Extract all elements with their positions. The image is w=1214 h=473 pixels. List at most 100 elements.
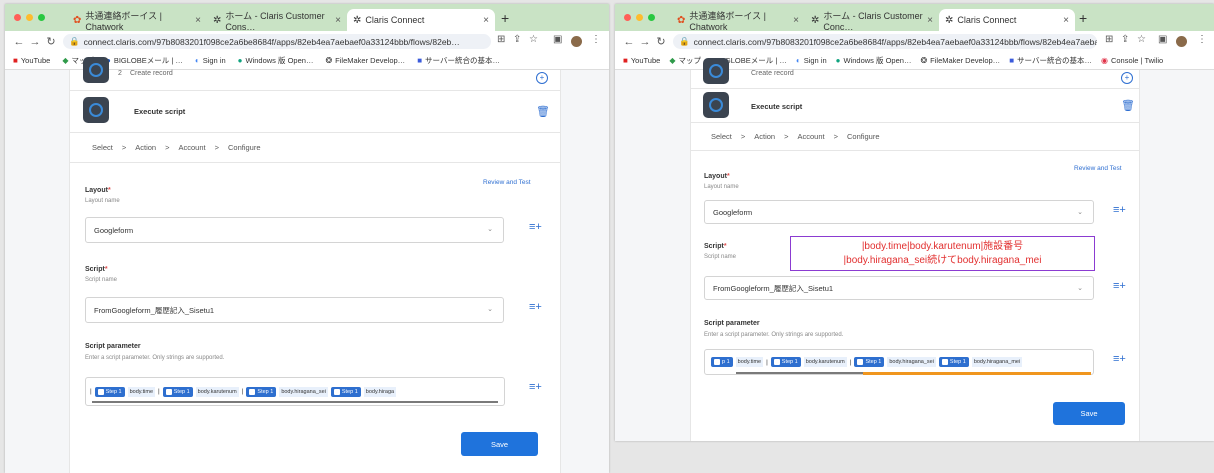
- tab-chatwork[interactable]: ✿ 共通連絡ボーイス | Chatwork ×: [67, 9, 207, 32]
- crumb-account[interactable]: Account: [179, 143, 206, 152]
- crumb-action[interactable]: Action: [754, 132, 775, 141]
- script-label: Script*: [704, 243, 727, 250]
- menu-icon[interactable]: ⋮: [1197, 34, 1207, 45]
- step-title: Execute script: [751, 102, 803, 111]
- crumb-action[interactable]: Action: [135, 143, 156, 152]
- review-and-test-link[interactable]: Review and Test: [1074, 165, 1122, 172]
- save-button[interactable]: Save: [461, 432, 538, 456]
- script-select[interactable]: FromGoogleform_履歴記入_Sisetu1 ⌄: [85, 297, 504, 323]
- trash-icon[interactable]: 🗑: [536, 105, 550, 118]
- add-step-icon[interactable]: +: [536, 72, 548, 84]
- bookmark-youtube[interactable]: ■ YouTube: [13, 56, 50, 65]
- tab-close-icon[interactable]: ×: [195, 15, 201, 26]
- insert-data-icon[interactable]: ≡+: [529, 381, 542, 393]
- reload-icon[interactable]: ↻: [653, 35, 669, 48]
- translate-icon[interactable]: ⊞: [1105, 34, 1113, 45]
- bookmark-youtube[interactable]: ■ YouTube: [623, 56, 660, 65]
- tab-close-icon[interactable]: ×: [1063, 15, 1069, 26]
- bookmark-star-icon[interactable]: ☆: [1137, 34, 1146, 45]
- insert-data-icon[interactable]: ≡+: [1113, 280, 1126, 292]
- insert-data-icon[interactable]: ≡+: [529, 301, 542, 313]
- tab-claris-connect[interactable]: ✲ Claris Connect ×: [347, 9, 495, 31]
- layout-select[interactable]: Googleform ⌄: [704, 200, 1094, 224]
- tab-close-icon[interactable]: ×: [335, 15, 341, 26]
- reload-icon[interactable]: ↻: [43, 35, 59, 48]
- tab-close-icon[interactable]: ×: [483, 15, 489, 26]
- trash-icon[interactable]: 🗑: [1121, 99, 1135, 112]
- minimize-window-icon[interactable]: [26, 14, 33, 21]
- bookmark-filemaker[interactable]: ❂ FileMaker Develop…: [920, 56, 1000, 65]
- step-chip[interactable]: Step 1: [770, 357, 801, 367]
- crumb-select[interactable]: Select: [711, 132, 732, 141]
- step-chip[interactable]: Step 1: [854, 357, 885, 367]
- bookmark-server[interactable]: ■ サーバー統合の基本…: [417, 55, 500, 66]
- lock-icon: 🔒: [679, 36, 690, 46]
- tab-claris-customer[interactable]: ✲ ホーム - Claris Customer Cons… ×: [207, 9, 347, 32]
- step-chip[interactable]: Step 1: [246, 386, 277, 397]
- step-chip[interactable]: p 1: [711, 357, 733, 367]
- bookmark-server[interactable]: ■ サーバー統合の基本…: [1009, 55, 1092, 66]
- doc-icon: ■: [417, 56, 423, 65]
- bookmark-maps[interactable]: ◆マップ: [669, 55, 701, 66]
- forward-icon[interactable]: →: [27, 36, 43, 48]
- insert-data-icon[interactable]: ≡+: [1113, 353, 1126, 365]
- tab-close-icon[interactable]: ×: [793, 15, 799, 26]
- tab-chatwork[interactable]: ✿ 共通連絡ボーイス | Chatwork ×: [671, 9, 805, 32]
- chevron-down-icon: ⌄: [1077, 209, 1083, 216]
- crumb-separator: >: [121, 143, 127, 152]
- step-chip[interactable]: Step 1: [162, 386, 193, 397]
- crumb-configure[interactable]: Configure: [228, 143, 261, 152]
- address-bar[interactable]: 🔒 connect.claris.com/97b8083201f098ce2a6…: [63, 34, 491, 49]
- parameter-field-token: body.hiragana_mei: [971, 357, 1023, 367]
- bookmark-twilio[interactable]: ◉ Console | Twilio: [1101, 56, 1163, 65]
- translate-icon[interactable]: ⊞: [497, 34, 505, 45]
- insert-data-icon[interactable]: ≡+: [1113, 204, 1126, 216]
- forward-icon[interactable]: →: [637, 36, 653, 48]
- menu-icon[interactable]: ⋮: [591, 34, 601, 45]
- share-icon[interactable]: ⇪: [1121, 34, 1129, 45]
- avatar[interactable]: [571, 36, 582, 47]
- maximize-window-icon[interactable]: [648, 14, 655, 21]
- tab-claris-customer[interactable]: ✲ ホーム - Claris Customer Conc… ×: [805, 9, 939, 32]
- script-select[interactable]: FromGoogleform_履歴記入_Sisetu1 ⌄: [704, 276, 1094, 300]
- param-sublabel: Enter a script parameter. Only strings a…: [704, 332, 844, 338]
- layout-select[interactable]: Googleform ⌄: [85, 217, 504, 243]
- save-button[interactable]: Save: [1053, 402, 1125, 425]
- step-chip[interactable]: Step 1: [330, 386, 361, 397]
- sidepanel-icon[interactable]: ▣: [553, 34, 562, 45]
- bookmark-openai[interactable]: ● Windows 版 Open…: [238, 55, 314, 66]
- maximize-window-icon[interactable]: [38, 14, 45, 21]
- bookmark-star-icon[interactable]: ☆: [529, 34, 538, 45]
- bookmark-label: FileMaker Develop…: [335, 56, 406, 65]
- share-icon[interactable]: ⇪: [513, 34, 521, 45]
- tab-claris-connect[interactable]: ✲ Claris Connect ×: [939, 9, 1075, 31]
- add-step-icon[interactable]: +: [1121, 72, 1133, 84]
- new-tab-icon[interactable]: +: [501, 10, 509, 26]
- insert-data-icon[interactable]: ≡+: [529, 221, 542, 233]
- crumb-account[interactable]: Account: [798, 132, 825, 141]
- avatar[interactable]: [1176, 36, 1187, 47]
- crumb-select[interactable]: Select: [92, 143, 113, 152]
- bookmark-biglobe[interactable]: ●BIGLOBEメール | …: [106, 55, 183, 66]
- tab-title: ホーム - Claris Customer Conc…: [823, 10, 923, 32]
- close-window-icon[interactable]: [14, 14, 21, 21]
- back-icon[interactable]: ←: [621, 36, 637, 48]
- bookmark-openai[interactable]: ● Windows 版 Open…: [836, 55, 912, 66]
- bookmark-label: サーバー統合の基本…: [1017, 56, 1092, 65]
- minimize-window-icon[interactable]: [636, 14, 643, 21]
- crumb-configure[interactable]: Configure: [847, 132, 880, 141]
- close-window-icon[interactable]: [624, 14, 631, 21]
- bookmark-sign-in[interactable]: ◐ Sign in: [796, 56, 827, 65]
- address-bar[interactable]: 🔒 connect.claris.com/97b8083201f098ce2a6…: [673, 34, 1097, 49]
- chatwork-icon: ✿: [677, 14, 686, 26]
- bookmark-filemaker[interactable]: ❂ FileMaker Develop…: [325, 56, 405, 65]
- step-chip[interactable]: Step 1: [938, 357, 969, 367]
- step-chip[interactable]: Step 1: [94, 386, 125, 397]
- review-and-test-link[interactable]: Review and Test: [483, 179, 531, 186]
- parameter-underline-orange: [863, 372, 1091, 375]
- bookmark-sign-in[interactable]: ◐ Sign in: [195, 56, 226, 65]
- back-icon[interactable]: ←: [11, 36, 27, 48]
- tab-close-icon[interactable]: ×: [927, 15, 933, 26]
- sidepanel-icon[interactable]: ▣: [1158, 34, 1167, 45]
- new-tab-icon[interactable]: +: [1079, 10, 1087, 26]
